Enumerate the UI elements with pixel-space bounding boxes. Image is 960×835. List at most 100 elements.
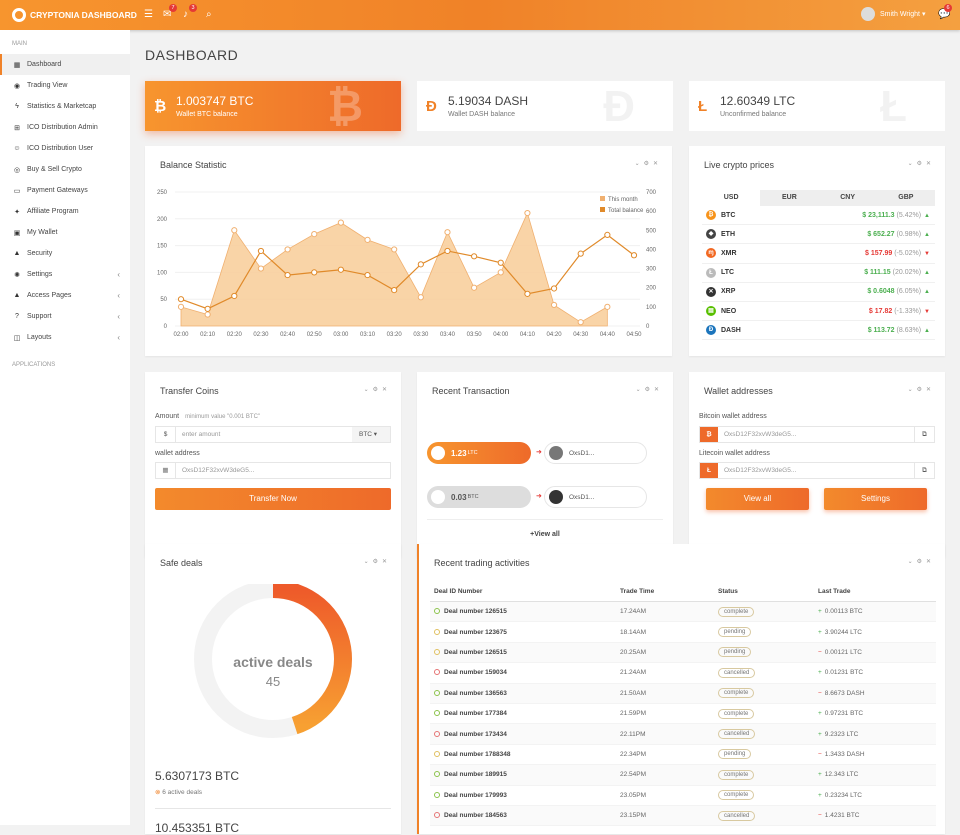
price-row[interactable]: ₿ BTC $ 23,111.3 (5.42%) ▲ xyxy=(702,206,935,226)
sidebar-item[interactable]: ◎ Buy & Sell Crypto xyxy=(0,159,130,180)
price-tab[interactable]: GBP xyxy=(877,190,935,206)
price-row[interactable]: ✕ XRP $ 0.6048 (6.05%) ▲ xyxy=(702,283,935,302)
price-tab[interactable]: EUR xyxy=(760,190,818,206)
card-controls[interactable]: ⌄⚙✕ xyxy=(908,160,935,167)
status-badge: complete xyxy=(718,769,755,780)
bell-icon[interactable]: ♪ 3 xyxy=(183,4,197,20)
ltc-address-field[interactable]: Ł OxsD12F32xvW3deG5... ⧉ xyxy=(699,462,935,479)
sidebar-item-label: Trading View xyxy=(27,82,68,89)
btc-address-field[interactable]: ₿ OxsD12F32xvW3deG5... ⧉ xyxy=(699,426,935,443)
table-row[interactable]: Deal number 123675 18.14AM pending +3.90244… xyxy=(430,622,936,643)
sidebar-item[interactable]: ✺ Settings ‹ xyxy=(0,264,130,285)
table-row[interactable]: Deal number 126515 20.25AM pending −0.00121… xyxy=(430,642,936,664)
table-header: Deal ID Number Trade Time Status Last Tr… xyxy=(430,582,936,602)
price-row[interactable]: Ð DASH $ 113.72 (8.63%) ▲ xyxy=(702,321,935,341)
sidebar-item[interactable]: ▲ Security xyxy=(0,243,130,264)
table-row[interactable]: Deal number 184563 23.15PM cancelled −1.423… xyxy=(430,805,936,827)
sidebar-item[interactable]: ✦ Affiliate Program xyxy=(0,201,130,222)
sidebar-item[interactable]: ▣ My Wallet xyxy=(0,222,130,243)
table-row[interactable]: Deal number 179993 23.05PM complete +0.2323… xyxy=(430,786,936,806)
table-row[interactable]: Deal number 136563 21.50AM complete −8.6673… xyxy=(430,683,936,704)
x-tick-label: 02:50 xyxy=(307,332,323,338)
chevron-left-icon: ‹ xyxy=(117,270,120,279)
this-month-point xyxy=(524,290,531,297)
deal-id: Deal number 136563 xyxy=(444,689,507,697)
last-trade: 1.4231 BTC xyxy=(824,812,860,820)
table-row[interactable]: Deal number 177384 21.59PM complete +0.9723… xyxy=(430,704,936,725)
mail-icon[interactable]: ✉ 7 xyxy=(163,4,177,20)
view-all-link[interactable]: +View all xyxy=(417,531,673,538)
price-row[interactable]: ◆ ETH $ 652.27 (0.98%) ▲ xyxy=(702,225,935,245)
settings-button[interactable]: Settings xyxy=(824,488,927,510)
this-month-point xyxy=(497,259,504,266)
trade-time: 21.59PM xyxy=(620,710,647,718)
donut-value: 45 xyxy=(265,674,281,689)
price-row[interactable]: Ł LTC $ 111.15 (20.02%) ▲ xyxy=(702,264,935,283)
arrow-down-icon: − xyxy=(818,812,822,820)
currency-select[interactable]: BTC ▾ xyxy=(352,427,390,442)
sidebar-item-label: Access Pages xyxy=(27,292,72,299)
wallet-address-field[interactable]: ▦ OxsD12F32xvW3deG5... xyxy=(155,462,391,479)
copy-icon[interactable]: ⧉ xyxy=(914,427,934,442)
tx-unit: LTC xyxy=(467,450,478,456)
wallet-btc-card[interactable]: ₿ 1.003747 BTC Wallet BTC balance ₿ xyxy=(145,81,401,131)
wallet-address-input[interactable]: OxsD12F32xvW3deG5... xyxy=(176,467,254,474)
deal-id: Deal number 179993 xyxy=(444,791,507,799)
card-controls[interactable]: ⌄⚙✕ xyxy=(636,386,663,393)
amount-input[interactable]: enter amount xyxy=(176,431,352,438)
eye-icon: ◉ xyxy=(13,82,21,90)
chat-icon[interactable]: 💬 6 xyxy=(938,4,952,20)
btc-address-value: OxsD12F32xvW3deG5... xyxy=(724,431,797,438)
caret-up-icon: ▲ xyxy=(924,212,930,219)
card-controls[interactable]: ⌄⚙✕ xyxy=(908,558,935,565)
wallet-label: Wallet BTC balance xyxy=(176,111,238,118)
amount-field[interactable]: $ enter amount BTC ▾ xyxy=(155,426,391,443)
table-row[interactable]: Deal number 159034 21.24AM cancelled +0.012… xyxy=(430,663,936,684)
price-tab[interactable]: USD xyxy=(702,190,761,206)
card-controls[interactable]: ⌄⚙✕ xyxy=(364,558,391,565)
sidebar-item[interactable]: ⊞ ICO Distribution Admin xyxy=(0,117,130,138)
lock-icon: ▲ xyxy=(13,292,21,299)
sidebar-item[interactable]: ▲ Access Pages ‹ xyxy=(0,285,130,306)
coin-symbol: XRP xyxy=(721,288,736,296)
table-row[interactable]: Deal number 173434 22.11PM cancelled +9.232… xyxy=(430,724,936,745)
gear-icon: ✺ xyxy=(14,271,20,279)
table-row[interactable]: Deal number 126515 17.24AM complete +0.0011… xyxy=(430,602,936,623)
transfer-card: Transfer Coins ⌄⚙✕ Amount minimum value … xyxy=(145,372,401,557)
tx-recipient-pill[interactable]: OxsD1... xyxy=(544,442,647,464)
last-trade: 0.01231 BTC xyxy=(824,669,864,677)
sidebar-item[interactable]: ◉ Trading View xyxy=(0,75,130,96)
transfer-now-button[interactable]: Transfer Now xyxy=(155,488,391,510)
app-logo[interactable]: CRYPTONIA DASHBOARD xyxy=(12,8,137,22)
search-icon[interactable]: ⌕ xyxy=(206,9,212,20)
arrow-down-icon: − xyxy=(818,689,822,697)
sidebar-item[interactable]: ▭ Payment Gateways xyxy=(0,180,130,201)
sidebar-item-label: Settings xyxy=(27,271,53,278)
table-row[interactable]: Deal number 189915 22.54PM complete +12.343… xyxy=(430,765,936,786)
view-all-button[interactable]: View all xyxy=(706,488,809,510)
copy-icon[interactable]: ⧉ xyxy=(914,463,934,478)
price-row[interactable]: ɱ XMR $ 157.99 (-5.02%) ▼ xyxy=(702,244,935,264)
price-tab[interactable]: CNY xyxy=(819,190,877,206)
card-controls[interactable]: ⌄⚙✕ xyxy=(364,386,391,393)
x-tick-label: 04:30 xyxy=(573,332,589,338)
tx-recipient-pill[interactable]: OxsD1... xyxy=(544,486,647,508)
caret-up-icon: ▲ xyxy=(924,289,930,296)
sidebar-item[interactable]: ☺ ICO Distribution User xyxy=(0,138,130,159)
litecoin-icon: Ł xyxy=(700,463,718,478)
user-menu[interactable]: Smith Wright ▾ xyxy=(861,7,925,21)
tx-amount-pill[interactable]: 0.03 BTC xyxy=(427,486,531,508)
sidebar-item[interactable]: ? Support ‹ xyxy=(0,306,130,327)
sidebar-item[interactable]: ◫ Layouts ‹ xyxy=(0,327,130,348)
mail-badge: 7 xyxy=(169,4,177,12)
sidebar-item[interactable]: ▦ Dashboard xyxy=(0,54,130,75)
sidebar-item[interactable]: ϟ Statistics & Marketcap xyxy=(0,96,130,117)
card-controls[interactable]: ⌄⚙✕ xyxy=(908,386,935,393)
status-dot-icon xyxy=(434,771,440,778)
price-row[interactable]: ▤ NEO $ 17.82 (-1.33%) ▼ xyxy=(702,302,935,322)
wallet-ltc-card[interactable]: Ł 12.60349 LTC Unconfirmed balance Ł xyxy=(689,81,945,131)
tx-amount-pill[interactable]: 1.23 LTC xyxy=(427,442,531,464)
menu-icon[interactable]: ☰ xyxy=(144,9,153,20)
wallet-dash-card[interactable]: Ð 5.19034 DASH Wallet DASH balance Ð xyxy=(417,81,673,131)
table-row[interactable]: Deal number 1788348 22.34PM pending −1.3433… xyxy=(430,745,936,766)
